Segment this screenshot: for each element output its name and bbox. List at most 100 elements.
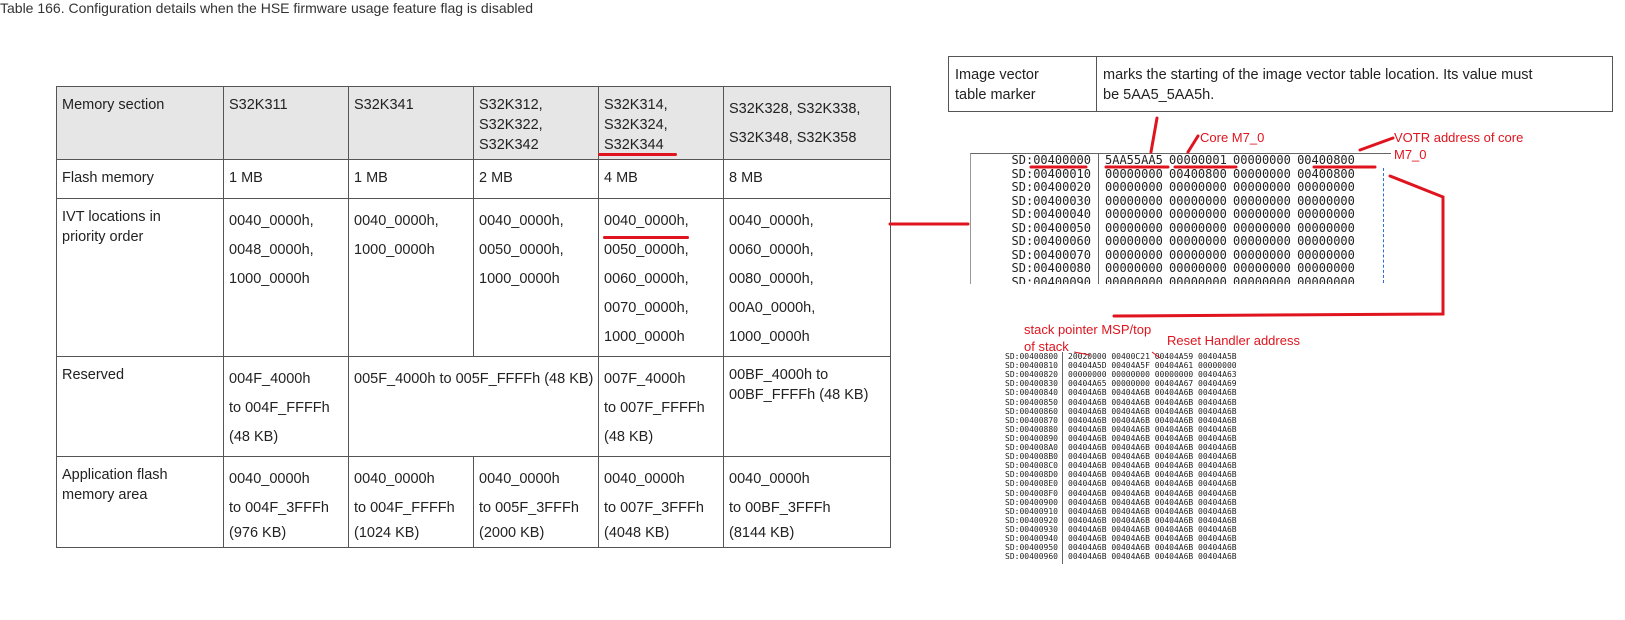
- dump-address: SD:00400860: [1005, 406, 1058, 416]
- table-caption: Table 166. Configuration details when th…: [0, 0, 534, 16]
- table-cell: 00BF_4000h to 00BF_FFFFh (48 KB): [723, 356, 891, 457]
- table-header-row: Memory section S32K311 S32K341 S32K312, S…: [56, 86, 891, 160]
- table-cell: 0040_0000h, 0060_0000h, 0080_0000h, 00A0_00…: [723, 198, 891, 357]
- dump-address: SD:00400940: [1005, 534, 1058, 543]
- dump-row: SD:00400020 00000000 00000000 00000000 00…: [971, 181, 1391, 195]
- dump-row: SD:00400880 00404A6B 00404A6B 00404A6B 00…: [996, 425, 1254, 434]
- dump-address: SD:00400840: [1005, 388, 1058, 398]
- dump-address: SD:00400040: [1011, 207, 1091, 221]
- table-cell: 0040_0000h to 004F_FFFFh (1024 KB): [348, 456, 474, 548]
- dump-values: 00000000 00000000 00000000 00000000: [1105, 261, 1355, 275]
- dump-row: SD:00400940 00404A6B 00404A6B 00404A6B 00…: [996, 534, 1254, 543]
- dump-values: 00404A6B 00404A6B 00404A6B 00404A6B: [1068, 461, 1237, 471]
- dump-row: SD:00400070 00000000 00000000 00000000 00…: [971, 247, 1391, 263]
- table-cell: 005F_4000h to 005F_FFFFh (48 KB): [348, 356, 599, 457]
- annotation-votr: VOTR address of core M7_0: [1394, 130, 1524, 162]
- dump-values: 00404A6B 00404A6B 00404A6B 00404A6B: [1068, 397, 1237, 407]
- table-cell: 007F_4000h to 007F_FFFFh (48 KB): [598, 356, 724, 457]
- memory-dump-ivt: SD:00400000 5AA55AA5 00000001 00000000 00…: [970, 153, 1391, 284]
- table-cell: 4 MB: [598, 159, 724, 199]
- row-label: Application flash memory area: [56, 456, 224, 548]
- dump-row: SD:004008C0 00404A6B 00404A6B 00404A6B 00…: [996, 461, 1254, 470]
- header-cell: Memory section: [56, 86, 224, 160]
- dump-values: 00404A6B 00404A6B 00404A6B 00404A6B: [1068, 515, 1237, 525]
- highlight-underline: [603, 236, 689, 239]
- header-cell: S32K311: [223, 86, 349, 160]
- header-cell: S32K341: [348, 86, 474, 160]
- table-cell: 1 MB: [348, 159, 474, 199]
- table-cell: 8 MB: [723, 159, 891, 199]
- memory-dump-vector-table: SD:00400800 20020000 00400C21 00404A59 00…: [996, 352, 1254, 564]
- dump-address: SD:00400920: [1005, 515, 1058, 525]
- connector-line: [1149, 116, 1159, 154]
- dump-values: 00404A6B 00404A6B 00404A6B 00404A6B: [1068, 470, 1237, 480]
- dump-address: SD:00400080: [1011, 261, 1091, 275]
- dump-row: SD:00400870 00404A6B 00404A6B 00404A6B 00…: [996, 416, 1254, 425]
- dump-row: SD:00400030 00000000 00000000 00000000 00…: [971, 193, 1391, 209]
- dump-row: SD:004008F0 00404A6B 00404A6B 00404A6B 00…: [996, 489, 1254, 498]
- dump-values: 00404A65 00000000 00404A67 00404A69: [1068, 379, 1237, 389]
- dump-address: SD:00400830: [1005, 379, 1058, 389]
- dump-address: SD:00400960: [1005, 552, 1058, 562]
- dump-address: SD:004008A0: [1005, 443, 1058, 452]
- dump-address: SD:00400870: [1005, 415, 1058, 425]
- dump-address: SD:00400000: [1011, 153, 1091, 167]
- dump-values: 00404A6B 00404A6B 00404A6B 00404A6B: [1068, 388, 1237, 398]
- dump-values: 00000000 00000000 00000000 00000000: [1105, 234, 1355, 248]
- table-row-ivt: IVT locations in priority order 0040_0000…: [56, 198, 891, 357]
- row-label: Flash memory: [56, 159, 224, 199]
- dump-values: 00000000 00000000 00000000 00000000: [1105, 220, 1355, 235]
- dump-values: 00000000 00000000 00000000 00000000: [1105, 193, 1355, 208]
- dump-values: 00404A6B 00404A6B 00404A6B 00404A6B: [1068, 406, 1237, 416]
- dump-row: SD:00400960 00404A6B 00404A6B 00404A6B 00…: [996, 552, 1254, 561]
- dump-values: 00404A6B 00404A6B 00404A6B 00404A6B: [1068, 452, 1237, 462]
- dump-row: SD:004008E0 00404A6B 00404A6B 00404A6B 00…: [996, 479, 1254, 488]
- dump-values: 00404A5D 00404A5F 00404A61 00000000: [1068, 361, 1237, 371]
- marker-label: Image vector table marker: [948, 56, 1097, 112]
- dump-values: 00000000 00000000 00000000 00000000: [1105, 274, 1355, 284]
- dump-address: SD:00400090: [1011, 274, 1091, 284]
- dump-row: SD:00400910 00404A6B 00404A6B 00404A6B 00…: [996, 507, 1254, 516]
- connector-line: [1358, 136, 1395, 152]
- table-cell: 0040_0000h to 00BF_3FFFh (8144 KB): [723, 456, 891, 548]
- dump-address: SD:004008E0: [1005, 479, 1058, 489]
- connector-line: [1186, 134, 1200, 154]
- dump-address: SD:00400010: [1011, 166, 1091, 181]
- table-cell: 0040_0000h, 0050_0000h, 0060_0000h, 0070_00…: [598, 198, 724, 357]
- table-cell: 0040_0000h, 0050_0000h, 1000_0000h: [473, 198, 599, 357]
- dump-address: SD:00400030: [1011, 193, 1091, 208]
- dump-values: 00404A6B 00404A6B 00404A6B 00404A6B: [1068, 424, 1237, 434]
- dump-address: SD:00400020: [1011, 180, 1091, 194]
- table-cell: 0040_0000h to 007F_3FFFh (4048 KB): [598, 456, 724, 548]
- dump-row: SD:00400080 00000000 00000000 00000000 00…: [971, 262, 1391, 276]
- dump-row: SD:004008B0 00404A6B 00404A6B 00404A6B 00…: [996, 452, 1254, 461]
- dump-values: 00000000 00000000 00000000 00000000: [1105, 180, 1355, 194]
- table-row-reserved: Reserved 004F_4000h to 004F_FFFFh (48 KB) …: [56, 356, 891, 457]
- dump-address: SD:004008D0: [1005, 470, 1058, 480]
- marker-row: Image vector table marker marks the start…: [948, 56, 1613, 112]
- dump-values: 00404A6B 00404A6B 00404A6B 00404A6B: [1068, 524, 1237, 534]
- dump-row: SD:00400000 5AA55AA5 00000001 00000000 00…: [971, 154, 1391, 168]
- table-cell: 2 MB: [473, 159, 599, 199]
- header-cell: S32K328, S32K338, S32K348, S32K358: [723, 86, 891, 160]
- dump-address: SD:004008F0: [1005, 488, 1058, 498]
- dump-values: 00404A6B 00404A6B 00404A6B 00404A6B: [1068, 543, 1237, 553]
- table-cell: 0040_0000h, 0048_0000h, 1000_0000h: [223, 198, 349, 357]
- dump-row: SD:00400060 00000000 00000000 00000000 00…: [971, 235, 1391, 249]
- dump-address: SD:004008C0: [1005, 461, 1058, 471]
- dump-values: 5AA55AA5 00000001 00000000 00400800: [1105, 153, 1355, 167]
- dump-values: 00404A6B 00404A6B 00404A6B 00404A6B: [1068, 534, 1237, 543]
- dump-address: SD:00400060: [1011, 234, 1091, 248]
- dump-row: SD:004008D0 00404A6B 00404A6B 00404A6B 00…: [996, 470, 1254, 479]
- row-label: IVT locations in priority order: [56, 198, 224, 357]
- annotation-stack-pointer: stack pointer MSP/top of stack: [1024, 322, 1152, 354]
- dump-address: SD:00400900: [1005, 497, 1058, 507]
- annotation-reset-handler: Reset Handler address: [1167, 333, 1300, 348]
- dump-values: 00404A6B 00404A6B 00404A6B 00404A6B: [1068, 415, 1237, 425]
- dump-row: SD:00400850 00404A6B 00404A6B 00404A6B 00…: [996, 398, 1254, 407]
- dump-row: SD:00400930 00404A6B 00404A6B 00404A6B 00…: [996, 525, 1254, 534]
- dump-values: 00000000 00000000 00000000 00000000: [1105, 247, 1355, 262]
- marker-description: marks the starting of the image vector t…: [1096, 56, 1613, 112]
- dump-address: SD:00400910: [1005, 506, 1058, 516]
- highlight-underline: [598, 153, 677, 156]
